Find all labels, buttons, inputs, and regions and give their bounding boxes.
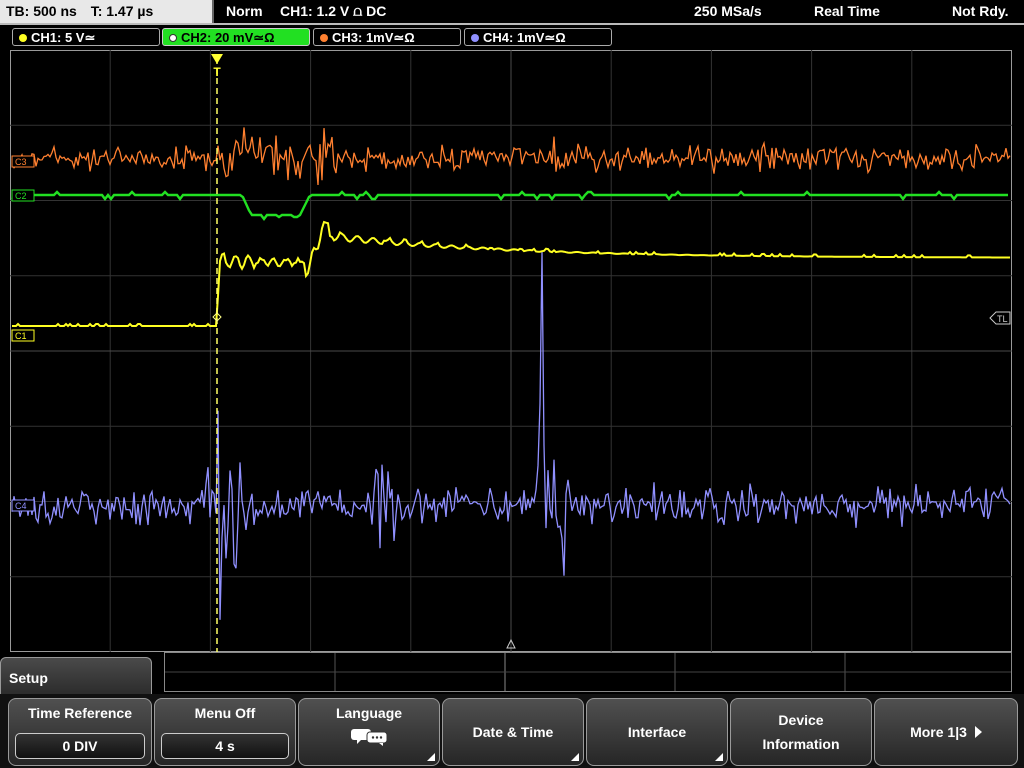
- status-bar: TB: 500 ns T: 1.47 µs Norm CH1: 1.2 V ⩍ …: [0, 0, 1024, 26]
- tab-ch3-label: CH3: 1mV≃Ω: [332, 30, 415, 45]
- trigger-status: Not Rdy.: [952, 3, 1009, 19]
- ch3-color-dot-icon: [320, 34, 328, 42]
- speech-bubbles-icon: [351, 729, 388, 746]
- auxiliary-grid: [165, 653, 1011, 691]
- language-label: Language: [335, 705, 403, 721]
- auxiliary-display-area: [164, 652, 1012, 692]
- menu-off-label: Menu Off: [194, 705, 256, 721]
- language-button[interactable]: Language: [298, 698, 440, 766]
- tab-ch1[interactable]: CH1: 5 V≃: [12, 28, 160, 46]
- sample-rate: 250 MSa/s: [694, 3, 762, 19]
- submenu-corner-icon: [715, 753, 723, 761]
- date-time-label: Date & Time: [472, 724, 554, 740]
- ch3-offset-marker[interactable]: C3: [11, 155, 35, 168]
- ch3-marker-label: C3: [15, 157, 27, 167]
- ch4-color-dot-icon: [471, 34, 479, 42]
- ch4-marker-label: C4: [15, 501, 27, 511]
- menu-off-button[interactable]: Menu Off 4 s: [154, 698, 296, 766]
- status-bar-divider: [0, 23, 1024, 25]
- tab-ch3[interactable]: CH3: 1mV≃Ω: [313, 28, 461, 46]
- time-reference-value: 0 DIV: [15, 733, 145, 759]
- arrow-right-icon: [974, 726, 982, 738]
- device-information-label-line1: Device: [778, 712, 824, 728]
- trigger-time-value: T: 1.47 µs: [90, 3, 154, 19]
- more-button[interactable]: More 1|3: [874, 698, 1018, 766]
- tab-ch1-label: CH1: 5 V≃: [31, 30, 96, 45]
- menu-off-value: 4 s: [161, 733, 289, 759]
- trigger-mode: Norm: [226, 3, 263, 19]
- time-reference-button[interactable]: Time Reference 0 DIV: [8, 698, 152, 766]
- trigger-info: CH1: 1.2 V ⩍ DC: [280, 3, 387, 19]
- waveform-display[interactable]: T C3 C2 C1 C4 TL: [10, 50, 1012, 652]
- trigger-level-label: TL: [997, 314, 1008, 324]
- tab-ch2[interactable]: CH2: 20 mV≃Ω: [162, 28, 310, 46]
- submenu-corner-icon: [571, 753, 579, 761]
- ch4-offset-marker[interactable]: C4: [11, 499, 35, 512]
- ch1-color-dot-icon: [19, 34, 27, 42]
- trigger-marker-label: T: [213, 65, 221, 79]
- ch2-marker-label: C2: [15, 191, 27, 201]
- tab-ch2-label: CH2: 20 mV≃Ω: [181, 30, 275, 45]
- acquisition-mode: Real Time: [814, 3, 880, 19]
- ch2-color-dot-icon: [169, 34, 177, 42]
- date-time-button[interactable]: Date & Time: [442, 698, 584, 766]
- ch2-offset-marker[interactable]: C2: [11, 189, 35, 202]
- device-information-button[interactable]: Device Information: [730, 698, 872, 766]
- ch1-marker-label: C1: [15, 331, 27, 341]
- timebase-box[interactable]: TB: 500 ns T: 1.47 µs: [0, 0, 214, 23]
- menu-title-tab: Setup: [0, 657, 152, 697]
- interface-button[interactable]: Interface: [586, 698, 728, 766]
- tab-ch4[interactable]: CH4: 1mV≃Ω: [464, 28, 612, 46]
- ch1-offset-marker[interactable]: C1: [11, 329, 35, 342]
- menu-title: Setup: [9, 670, 48, 686]
- device-information-label-line2: Information: [762, 736, 840, 752]
- tab-ch4-label: CH4: 1mV≃Ω: [483, 30, 566, 45]
- time-reference-label: Time Reference: [27, 705, 132, 721]
- interface-label: Interface: [627, 724, 687, 740]
- more-label: More 1|3: [910, 724, 967, 740]
- timebase-value: TB: 500 ns: [6, 3, 77, 19]
- submenu-corner-icon: [427, 753, 435, 761]
